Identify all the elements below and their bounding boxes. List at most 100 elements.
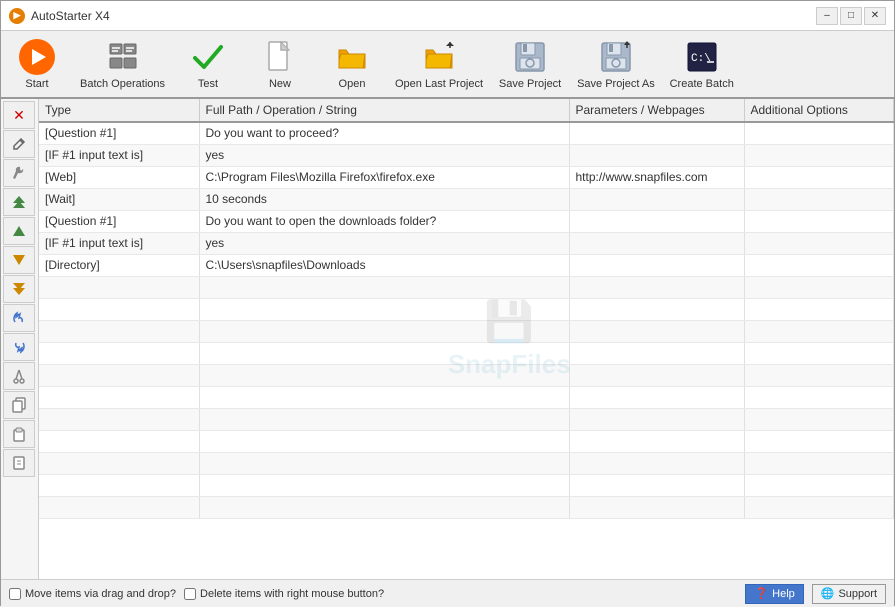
table-row[interactable]	[39, 386, 894, 408]
table-row[interactable]	[39, 342, 894, 364]
cell-type	[39, 430, 199, 452]
delete-button[interactable]: ✕	[3, 101, 35, 129]
cell-type	[39, 386, 199, 408]
cell-params	[569, 188, 744, 210]
table-row[interactable]	[39, 298, 894, 320]
open-icon	[334, 39, 370, 75]
save-project-as-label: Save Project As	[577, 78, 655, 90]
help-button[interactable]: ❓ Help	[745, 584, 803, 604]
rotate-up-button[interactable]	[3, 304, 35, 332]
maximize-button[interactable]: □	[840, 7, 862, 25]
save-project-as-icon	[598, 39, 634, 75]
tool-button[interactable]	[3, 159, 35, 187]
drag-drop-checkbox[interactable]	[9, 588, 21, 600]
save-project-as-button[interactable]: Save Project As	[570, 33, 662, 95]
table-row[interactable]	[39, 408, 894, 430]
cell-params	[569, 122, 744, 144]
cell-params	[569, 320, 744, 342]
cell-type: [Question #1]	[39, 122, 199, 144]
new-button[interactable]: New	[244, 33, 316, 95]
table-row[interactable]	[39, 474, 894, 496]
cell-path	[199, 430, 569, 452]
cell-type	[39, 364, 199, 386]
save-project-button[interactable]: Save Project	[490, 33, 570, 95]
cell-params	[569, 144, 744, 166]
copy-button[interactable]	[3, 391, 35, 419]
delete-right-click-label[interactable]: Delete items with right mouse button?	[184, 588, 384, 600]
table-row[interactable]: [Question #1]Do you want to open the dow…	[39, 210, 894, 232]
minimize-button[interactable]: –	[816, 7, 838, 25]
cell-path	[199, 474, 569, 496]
cell-params	[569, 298, 744, 320]
start-button[interactable]: Start	[1, 33, 73, 95]
main-content: ✕	[1, 99, 894, 579]
drag-drop-label[interactable]: Move items via drag and drop?	[9, 588, 176, 600]
cell-path: Do you want to proceed?	[199, 122, 569, 144]
toolbar: Start Batch Operations Test	[1, 31, 894, 99]
cell-params	[569, 430, 744, 452]
start-icon	[19, 39, 55, 75]
close-button[interactable]: ✕	[864, 7, 886, 25]
cell-type	[39, 276, 199, 298]
move-down-fast-button[interactable]	[3, 275, 35, 303]
test-button[interactable]: Test	[172, 33, 244, 95]
app-icon: ▶	[9, 8, 25, 24]
cell-options	[744, 496, 894, 518]
cell-options	[744, 254, 894, 276]
edit-button[interactable]	[3, 130, 35, 158]
cell-path	[199, 364, 569, 386]
table-row[interactable]	[39, 496, 894, 518]
cell-type: [Directory]	[39, 254, 199, 276]
cell-params: http://www.snapfiles.com	[569, 166, 744, 188]
delete-right-click-checkbox[interactable]	[184, 588, 196, 600]
cell-options	[744, 452, 894, 474]
cell-options	[744, 232, 894, 254]
cell-params	[569, 452, 744, 474]
open-last-project-button[interactable]: Open Last Project	[388, 33, 490, 95]
cell-type: [IF #1 input text is]	[39, 232, 199, 254]
cell-type	[39, 408, 199, 430]
cell-type	[39, 452, 199, 474]
table-row[interactable]: [Wait]10 seconds	[39, 188, 894, 210]
test-icon	[190, 39, 226, 75]
table-row[interactable]	[39, 276, 894, 298]
cell-path: Do you want to open the downloads folder…	[199, 210, 569, 232]
open-button[interactable]: Open	[316, 33, 388, 95]
status-bar: Move items via drag and drop? Delete ite…	[1, 579, 894, 607]
create-batch-button[interactable]: C:\ Create Batch	[662, 33, 742, 95]
paste-special-button[interactable]	[3, 449, 35, 477]
cell-path	[199, 386, 569, 408]
cell-path	[199, 342, 569, 364]
batch-operations-button[interactable]: Batch Operations	[73, 33, 172, 95]
table-row[interactable]	[39, 364, 894, 386]
support-label: Support	[838, 588, 877, 600]
table-row[interactable]: [Directory]C:\Users\snapfiles\Downloads	[39, 254, 894, 276]
col-header-options: Additional Options	[744, 99, 894, 122]
table-row[interactable]: [Question #1]Do you want to proceed?	[39, 122, 894, 144]
support-button[interactable]: 🌐 Support	[812, 584, 886, 604]
cell-options	[744, 276, 894, 298]
cell-path: yes	[199, 144, 569, 166]
table-row[interactable]: [IF #1 input text is]yes	[39, 144, 894, 166]
table-row[interactable]: [Web]C:\Program Files\Mozilla Firefox\fi…	[39, 166, 894, 188]
table-row[interactable]	[39, 430, 894, 452]
cell-params	[569, 342, 744, 364]
window-controls: – □ ✕	[816, 7, 886, 25]
data-table-container: Type Full Path / Operation / String Para…	[39, 99, 894, 579]
cell-options	[744, 166, 894, 188]
cut-button[interactable]	[3, 362, 35, 390]
cell-params	[569, 496, 744, 518]
table-row[interactable]: [IF #1 input text is]yes	[39, 232, 894, 254]
batch-operations-icon	[105, 39, 141, 75]
move-up-fast-button[interactable]	[3, 188, 35, 216]
cell-options	[744, 430, 894, 452]
paste-button[interactable]	[3, 420, 35, 448]
move-up-button[interactable]	[3, 217, 35, 245]
help-label: Help	[772, 588, 795, 600]
cell-options	[744, 210, 894, 232]
cell-params	[569, 254, 744, 276]
table-row[interactable]	[39, 452, 894, 474]
table-row[interactable]	[39, 320, 894, 342]
rotate-down-button[interactable]	[3, 333, 35, 361]
move-down-button[interactable]	[3, 246, 35, 274]
